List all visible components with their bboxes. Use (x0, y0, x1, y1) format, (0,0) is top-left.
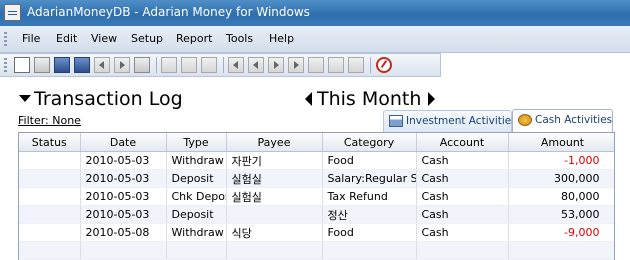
menu-view[interactable]: View (91, 32, 117, 45)
toolbar (0, 53, 441, 77)
cell-status[interactable] (19, 151, 81, 170)
view-title[interactable]: Transaction Log (18, 88, 183, 110)
cell-payee[interactable]: 실험실 (226, 187, 323, 206)
cell-date[interactable]: 2010-05-03 (80, 151, 167, 170)
column-header-account[interactable]: Account (416, 133, 509, 152)
tab-cash-activities[interactable]: Cash Activities (512, 109, 613, 132)
last-icon[interactable] (288, 57, 304, 73)
menu-bar: File Edit View Setup Report Tools Help (0, 26, 630, 53)
cell-type[interactable]: Chk Deposit (166, 187, 227, 206)
cell-account[interactable]: Cash (416, 169, 509, 188)
menu-edit[interactable]: Edit (56, 32, 77, 45)
open-icon[interactable] (34, 57, 50, 73)
new-icon[interactable] (14, 57, 30, 73)
cell-payee[interactable]: 자판기 (226, 151, 323, 170)
menu-setup[interactable]: Setup (131, 32, 163, 45)
cell-amount[interactable]: 300,000 (508, 169, 614, 188)
period-prev-icon[interactable] (305, 92, 312, 106)
prev-icon[interactable] (248, 57, 264, 73)
transaction-table: Status Date Type Payee Category Account … (19, 133, 614, 260)
cash-icon (518, 114, 532, 126)
cell-category[interactable]: 정산 (322, 205, 417, 224)
save-icon[interactable] (54, 57, 70, 73)
menu-report[interactable]: Report (176, 32, 212, 45)
exit-icon[interactable] (376, 57, 392, 73)
cell-amount[interactable]: 53,000 (508, 205, 614, 224)
cell-payee[interactable]: 실험실 (226, 169, 323, 188)
filter-link[interactable]: Filter: None (18, 114, 81, 127)
cell-status[interactable] (19, 169, 81, 188)
cell-amount[interactable]: -9,000 (508, 223, 614, 242)
cell-category[interactable]: Food (322, 151, 417, 170)
toolbar-grip[interactable] (4, 58, 7, 72)
cell-account[interactable]: Cash (416, 223, 509, 242)
menu-grip[interactable] (4, 32, 7, 46)
add-icon[interactable] (161, 57, 177, 73)
table-row[interactable]: 2010-05-03 Deposit 실험실 Salary:Regular Sa… (19, 169, 614, 188)
cell-account[interactable]: Cash (416, 205, 509, 224)
edit-icon[interactable] (181, 57, 197, 73)
back-icon[interactable] (94, 57, 110, 73)
next-icon[interactable] (268, 57, 284, 73)
cell-amount[interactable]: 80,000 (508, 187, 614, 206)
table-row[interactable]: 2010-05-08 Withdraw 식당 Food Cash -9,000 (19, 223, 614, 242)
column-header-amount[interactable]: Amount (508, 133, 614, 152)
cell-type[interactable]: Withdraw (166, 223, 227, 242)
view-icon[interactable] (201, 57, 217, 73)
cell-category[interactable]: Food (322, 223, 417, 242)
cell-type[interactable]: Deposit (166, 169, 227, 188)
tab-label: Cash Activities (535, 114, 613, 126)
column-header-payee[interactable]: Payee (226, 133, 323, 152)
table-header-row: Status Date Type Payee Category Account … (19, 133, 614, 152)
menu-tools[interactable]: Tools (226, 32, 253, 45)
delete-record-icon[interactable] (348, 57, 364, 73)
menu-file[interactable]: File (22, 32, 40, 45)
forward-icon[interactable] (114, 57, 130, 73)
menu-help[interactable]: Help (269, 32, 294, 45)
cell-account[interactable]: Cash (416, 151, 509, 170)
new-record-icon[interactable] (308, 57, 324, 73)
column-header-type[interactable]: Type (166, 133, 227, 152)
table-row-empty[interactable] (19, 241, 614, 260)
cell-payee[interactable]: 식당 (226, 223, 323, 242)
app-icon[interactable] (4, 4, 21, 21)
investment-icon (389, 115, 403, 127)
print-icon[interactable] (74, 57, 90, 73)
transaction-grid: Status Date Type Payee Category Account … (18, 132, 615, 260)
cell-date[interactable]: 2010-05-08 (80, 223, 167, 242)
first-icon[interactable] (228, 57, 244, 73)
copy-record-icon[interactable] (328, 57, 344, 73)
column-header-category[interactable]: Category (322, 133, 417, 152)
cell-date[interactable]: 2010-05-03 (80, 205, 167, 224)
cell-status[interactable] (19, 205, 81, 224)
cell-date[interactable]: 2010-05-03 (80, 187, 167, 206)
table-row[interactable]: 2010-05-03 Chk Deposit 실험실 Tax Refund Ca… (19, 187, 614, 206)
cell-account[interactable]: Cash (416, 187, 509, 206)
cell-status[interactable] (19, 187, 81, 206)
cell-amount[interactable]: -1,000 (508, 151, 614, 170)
cell-date[interactable]: 2010-05-03 (80, 169, 167, 188)
cell-type[interactable]: Withdraw (166, 151, 227, 170)
cell-category[interactable]: Tax Refund (322, 187, 417, 206)
export-icon[interactable] (134, 57, 150, 73)
table-row[interactable]: 2010-05-03 Withdraw 자판기 Food Cash -1,000 (19, 151, 614, 170)
table-row[interactable]: 2010-05-03 Deposit 정산 Cash 53,000 (19, 205, 614, 224)
cell-type[interactable]: Deposit (166, 205, 227, 224)
period-label: This Month (317, 88, 422, 110)
toolbar-separator (223, 57, 224, 73)
title-bar: AdarianMoneyDB - Adarian Money for Windo… (0, 0, 630, 26)
activity-tabs: Investment Activities Cash Activities (383, 109, 615, 132)
column-header-date[interactable]: Date (80, 133, 167, 152)
cell-status[interactable] (19, 223, 81, 242)
period-next-icon[interactable] (428, 92, 435, 106)
cell-category[interactable]: Salary:Regular Salary (322, 169, 417, 188)
view-title-label: Transaction Log (34, 88, 183, 110)
window-title: AdarianMoneyDB - Adarian Money for Windo… (27, 5, 310, 19)
toolbar-separator (370, 57, 371, 73)
tab-investment-activities[interactable]: Investment Activities (383, 110, 517, 132)
cell-payee[interactable] (226, 205, 323, 224)
toolbar-separator (156, 57, 157, 73)
tab-label: Investment Activities (406, 115, 517, 127)
column-header-status[interactable]: Status (19, 133, 81, 152)
